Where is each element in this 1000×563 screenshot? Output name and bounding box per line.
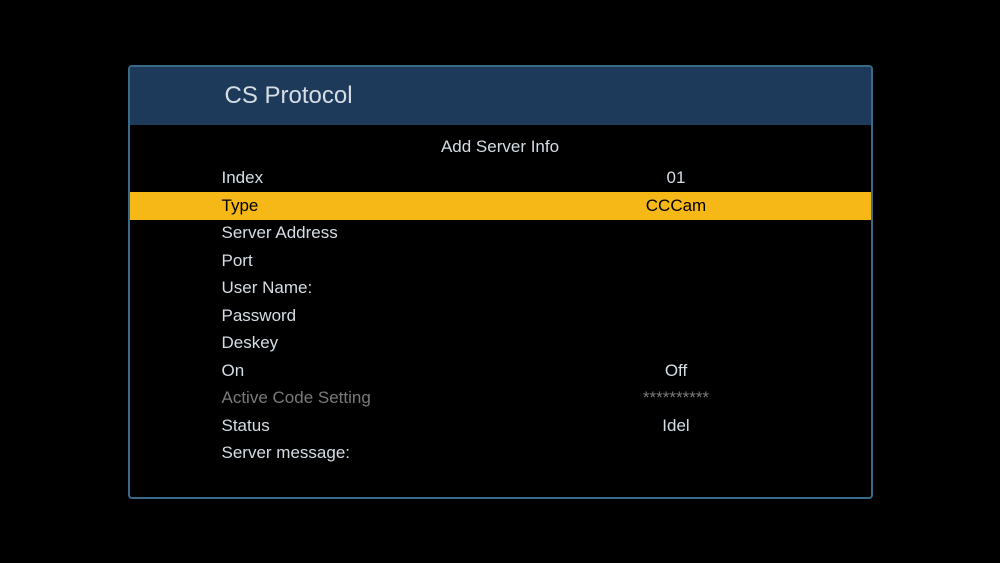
row-user-name[interactable]: User Name:	[130, 275, 871, 303]
panel-header: CS Protocol	[130, 67, 871, 125]
row-server-message[interactable]: Server message:	[130, 440, 871, 468]
row-value: Idel	[557, 416, 796, 436]
row-label: Server message:	[222, 443, 557, 463]
row-label: Index	[222, 168, 557, 188]
row-label: Active Code Setting	[222, 388, 557, 408]
row-password[interactable]: Password	[130, 302, 871, 330]
row-active-code-setting: Active Code Setting **********	[130, 385, 871, 413]
row-port[interactable]: Port	[130, 247, 871, 275]
row-label: On	[222, 361, 557, 381]
row-label: Type	[222, 196, 557, 216]
row-label: Port	[222, 251, 557, 271]
row-index[interactable]: Index 01	[130, 165, 871, 193]
row-server-address[interactable]: Server Address	[130, 220, 871, 248]
row-value: CCCam	[557, 196, 796, 216]
row-label: Password	[222, 306, 557, 326]
row-type[interactable]: Type CCCam	[130, 192, 871, 220]
panel-body: Add Server Info Index 01 Type CCCam Serv…	[130, 125, 871, 468]
row-label: Status	[222, 416, 557, 436]
row-value: 01	[557, 168, 796, 188]
row-on[interactable]: On Off	[130, 357, 871, 385]
panel-title: CS Protocol	[225, 82, 353, 110]
row-value: **********	[557, 388, 796, 408]
section-title: Add Server Info	[130, 137, 871, 157]
row-deskey[interactable]: Deskey	[130, 330, 871, 358]
row-label: Server Address	[222, 223, 557, 243]
row-label: User Name:	[222, 278, 557, 298]
row-value: Off	[557, 361, 796, 381]
settings-panel: CS Protocol Add Server Info Index 01 Typ…	[128, 65, 873, 499]
row-label: Deskey	[222, 333, 557, 353]
row-status[interactable]: Status Idel	[130, 412, 871, 440]
form-rows: Index 01 Type CCCam Server Address Port …	[130, 165, 871, 468]
